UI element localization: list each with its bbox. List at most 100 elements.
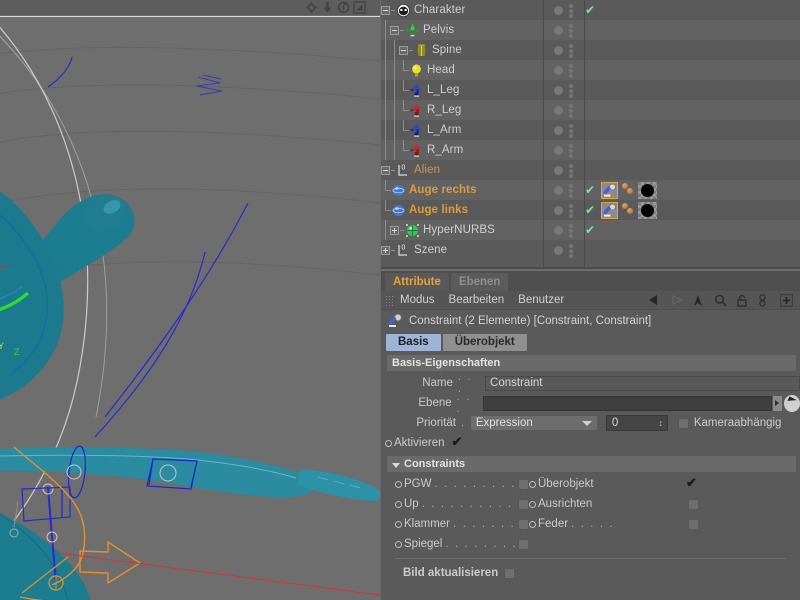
prioritaet-number-input[interactable]: 0 ↕ [605,415,668,431]
layer-dots-icon[interactable] [568,103,573,118]
object-row-name-cell[interactable]: 0 Szene [381,240,543,260]
spinner-arrows-icon[interactable]: ↕ [658,418,663,428]
attribute-manager-tabs[interactable]: Attribute Ebenen [381,271,800,291]
object-row-name-cell[interactable]: Head [381,60,543,80]
object-enabled-check[interactable]: ✔ [583,220,597,240]
vibrate-tag-chip[interactable] [621,202,635,219]
attribute-manager-menubar[interactable]: Modus Bearbeiten Benutzer [381,291,800,310]
visibility-dot[interactable] [553,105,563,115]
visibility-dot[interactable] [553,245,563,255]
constraint-marker-feder[interactable] [529,520,536,528]
object-row[interactable]: L_Arm [381,120,800,140]
object-row-tags[interactable] [597,40,800,60]
object-row-tags[interactable] [597,200,800,220]
aktivieren-checkbox[interactable] [452,434,465,450]
layer-dots-icon[interactable] [568,183,573,198]
link-icon[interactable] [758,293,771,307]
object-row-tags[interactable] [597,140,800,160]
collapse-minus-icon[interactable] [381,165,390,175]
object-tree[interactable]: Charakter ✔ Pelvis Spine Head L_Leg R_Leg L_Arm… [381,0,800,260]
object-visibility-dots[interactable] [543,0,583,20]
visibility-dot[interactable] [553,45,563,55]
object-row-tags[interactable] [597,120,800,140]
pan-camera-icon[interactable] [321,1,334,14]
layer-dots-icon[interactable] [568,43,573,58]
bild-aktualisieren-checkbox[interactable] [504,567,516,579]
constraint-checkbox-klammer[interactable] [518,518,529,530]
layer-dots-icon[interactable] [568,203,573,218]
attribute-subtabs[interactable]: Basis Überobjekt [381,332,800,352]
collapse-minus-icon[interactable] [381,5,390,15]
object-row[interactable]: Pelvis [381,20,800,40]
object-row-name-cell[interactable]: R_Leg [381,100,543,120]
object-row[interactable]: Auge links ✔ [381,200,800,220]
object-enabled-check[interactable]: ✔ [583,180,597,200]
ebene-input[interactable] [483,395,772,411]
object-row[interactable]: R_Arm [381,140,800,160]
layer-dots-icon[interactable] [568,143,573,158]
group-constraints[interactable]: Constraints [387,456,796,472]
eye-material-tag-chip[interactable] [638,201,657,219]
visibility-dot[interactable] [553,85,563,95]
layer-dots-icon[interactable] [568,63,573,78]
ebene-dropdown-arrow-icon[interactable] [772,395,783,411]
constraint-marker-up[interactable] [395,500,402,508]
object-visibility-dots[interactable] [543,60,583,80]
visibility-dot[interactable] [553,185,563,195]
menu-benutzer[interactable]: Benutzer [518,294,564,306]
object-manager-panel[interactable]: Charakter ✔ Pelvis Spine Head L_Leg R_Leg L_Arm… [381,0,800,269]
object-row[interactable]: R_Leg [381,100,800,120]
panel-grip-icon[interactable] [385,294,394,306]
kameraabhaengig-checkbox[interactable] [677,417,689,429]
search-icon[interactable] [714,294,727,307]
visibility-dot[interactable] [553,145,563,155]
layer-dots-icon[interactable] [568,243,573,258]
visibility-dot[interactable] [553,165,563,175]
visibility-dot[interactable] [553,125,563,135]
attribute-manager-toolbar[interactable] [648,293,796,307]
tab-ebenen[interactable]: Ebenen [450,273,509,291]
visibility-dot[interactable] [553,225,563,235]
layer-dots-icon[interactable] [568,83,573,98]
object-row-tags[interactable] [597,20,800,40]
object-row-name-cell[interactable]: Auge rechts [381,180,543,200]
object-row-name-cell[interactable]: L_Leg [381,80,543,100]
object-enabled-check[interactable]: ✔ [583,200,597,220]
layer-dots-icon[interactable] [568,163,573,178]
ebene-picker-cursor-icon[interactable] [784,394,800,412]
object-row-name-cell[interactable]: Charakter [381,0,543,20]
object-row-name-cell[interactable]: HyperNURBS [381,220,543,240]
object-row[interactable]: 0 Szene [381,240,800,260]
viewport-nav-icons[interactable] [305,0,366,15]
constraint-checkbox--berobjekt[interactable] [686,475,699,491]
menu-bearbeiten[interactable]: Bearbeiten [449,294,505,306]
object-visibility-dots[interactable] [543,120,583,140]
object-visibility-dots[interactable] [543,20,583,40]
constraint-marker-ausrichten[interactable] [529,500,536,508]
expand-plus-icon[interactable] [381,245,390,255]
object-visibility-dots[interactable] [543,40,583,60]
expand-plus-icon[interactable] [390,225,399,235]
constraint-checkbox-ausrichten[interactable] [688,498,699,510]
layer-dots-icon[interactable] [568,23,573,38]
aktivieren-radio-marker[interactable] [385,439,392,447]
visibility-dot[interactable] [553,205,563,215]
constraint-checkbox-pgw[interactable] [518,478,529,490]
constraint-marker-pgw[interactable] [395,480,402,488]
subtab-ueberobjekt[interactable]: Überobjekt [442,333,527,351]
prioritaet-select[interactable]: Expression [469,415,598,431]
constraint-checkbox-feder[interactable] [688,518,699,530]
vibrate-tag-chip[interactable] [621,182,635,199]
constraint-marker--berobjekt[interactable] [529,480,536,488]
object-row[interactable]: Charakter ✔ [381,0,800,20]
object-row[interactable]: HyperNURBS ✔ [381,220,800,240]
collapse-minus-icon[interactable] [399,45,408,55]
viewport-3d-scene[interactable]: Y Z [0,16,380,600]
layer-dots-icon[interactable] [568,223,573,238]
collapse-minus-icon[interactable] [390,25,399,35]
up-arrow-icon[interactable] [692,294,705,307]
name-input[interactable]: Constraint [485,375,800,391]
object-row-tags[interactable] [597,180,800,200]
object-row-tags[interactable] [597,160,800,180]
visibility-dot[interactable] [553,65,563,75]
